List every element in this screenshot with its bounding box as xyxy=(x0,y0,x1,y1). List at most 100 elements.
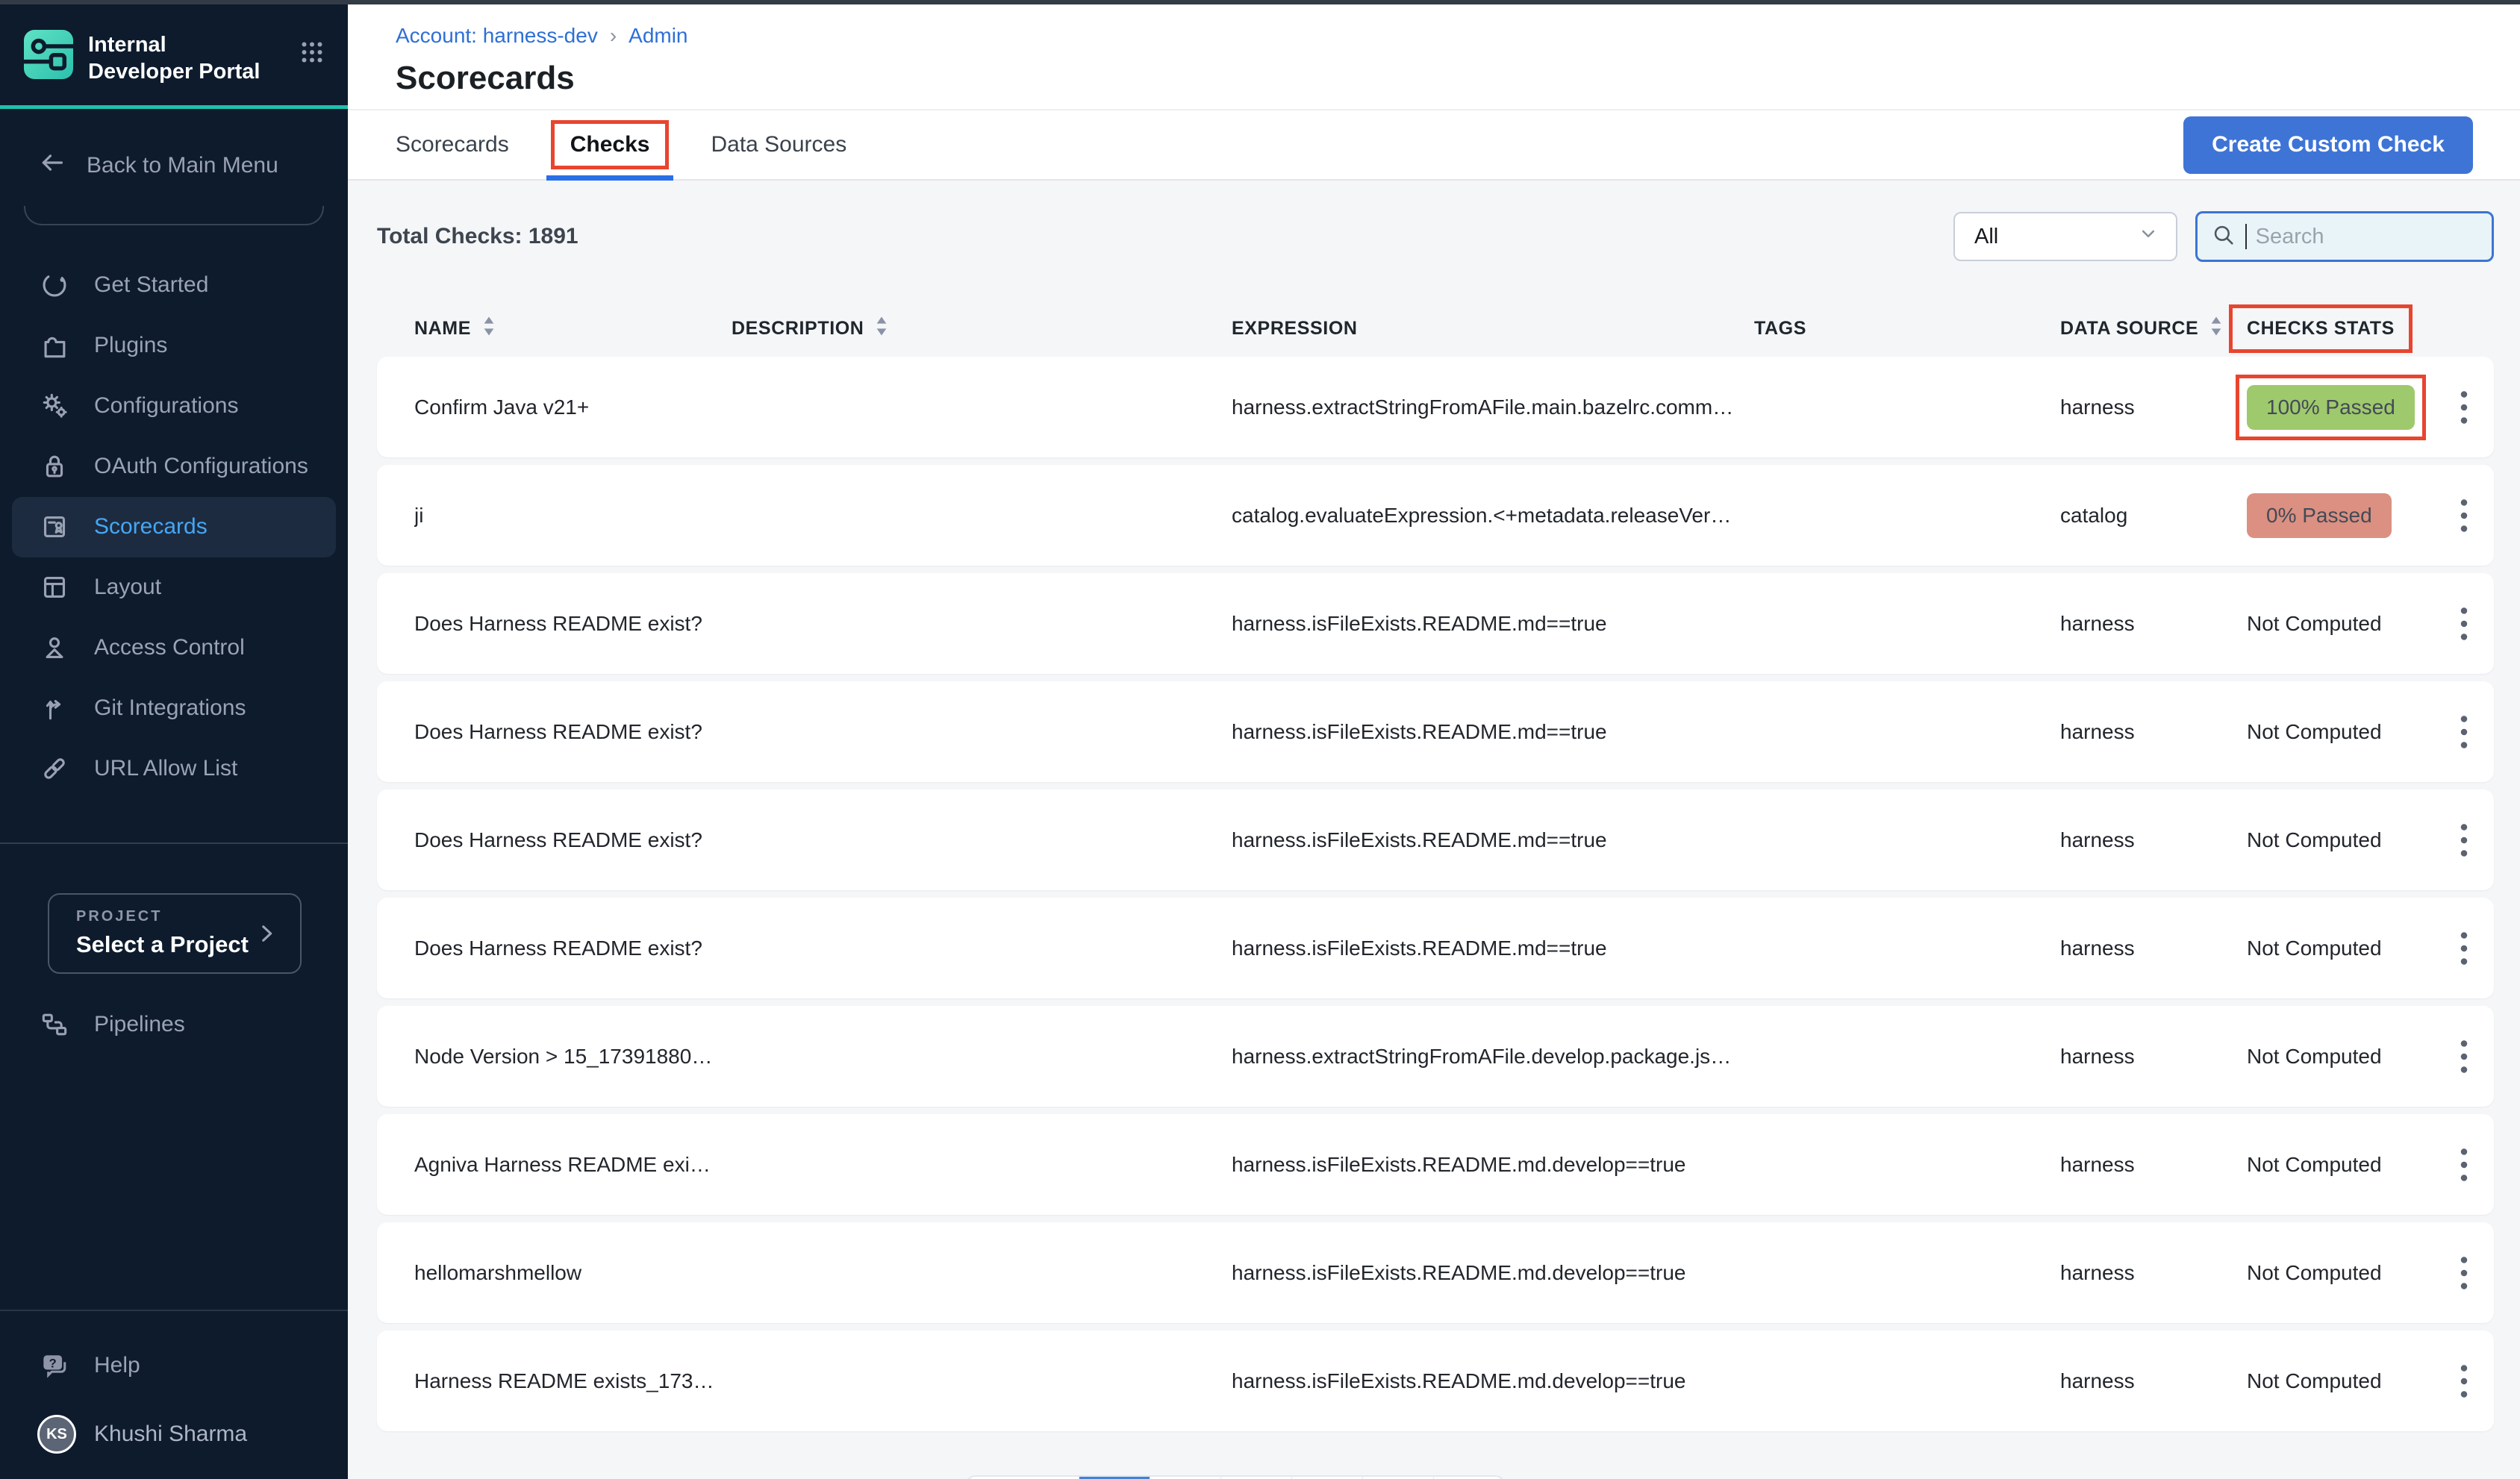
column-header-description[interactable]: DESCRIPTION xyxy=(732,315,1232,343)
project-selector[interactable]: PROJECT Select a Project xyxy=(48,893,302,974)
check-expression: harness.isFileExists.README.md==true xyxy=(1232,720,1754,744)
user-menu[interactable]: KS Khushi Sharma xyxy=(37,1415,348,1454)
sort-icon[interactable] xyxy=(874,315,889,343)
annotation-box: CHECKS STATS xyxy=(2229,304,2413,353)
sidebar-item-get-started[interactable]: Get Started xyxy=(12,255,336,316)
breadcrumb-admin-link[interactable]: Admin xyxy=(629,24,687,48)
table-row[interactable]: Does Harness README exist?harness.isFile… xyxy=(377,681,2494,782)
check-data-source: harness xyxy=(2060,937,2247,960)
sort-icon[interactable] xyxy=(2209,315,2224,343)
app-grid-icon[interactable] xyxy=(299,39,325,69)
stats-badge: 0% Passed xyxy=(2247,493,2392,538)
check-name: Does Harness README exist? xyxy=(414,612,732,636)
sidebar-item-scorecards[interactable]: Scorecards xyxy=(12,497,336,557)
configurations-icon xyxy=(37,390,72,422)
filter-dropdown[interactable]: All xyxy=(1953,212,2177,261)
column-header-expression: EXPRESSION xyxy=(1232,318,1754,340)
row-menu-kebab-icon[interactable] xyxy=(2434,1036,2494,1077)
row-menu-kebab-icon[interactable] xyxy=(2434,387,2494,428)
check-data-source: catalog xyxy=(2060,504,2247,528)
tab-bar: Scorecards Checks Data Sources Create Cust… xyxy=(348,109,2520,181)
row-menu-kebab-icon[interactable] xyxy=(2434,495,2494,536)
table-row[interactable]: Agniva Harness README exists...harness.i… xyxy=(377,1114,2494,1215)
table-row[interactable]: Harness README exists_173917...harness.i… xyxy=(377,1331,2494,1431)
check-stats-cell: 0% Passed xyxy=(2247,493,2434,538)
row-menu-kebab-icon[interactable] xyxy=(2434,712,2494,752)
column-header-label: NAME xyxy=(414,318,471,340)
breadcrumb: Account: harness-dev › Admin xyxy=(396,24,2520,48)
sidebar-accent-line xyxy=(0,105,348,109)
sidebar-item-configurations[interactable]: Configurations xyxy=(12,376,336,437)
row-menu-kebab-icon[interactable] xyxy=(2434,820,2494,860)
search-input[interactable] xyxy=(2256,225,2478,249)
annotation-box: 100% Passed xyxy=(2236,375,2426,440)
check-stats-cell: Not Computed xyxy=(2247,1045,2434,1069)
check-expression: harness.isFileExists.README.md.develop==… xyxy=(1232,1261,1754,1285)
sidebar-item-layout[interactable]: Layout xyxy=(12,557,336,618)
search-icon xyxy=(2211,222,2236,251)
sidebar-item-access-control[interactable]: Access Control xyxy=(12,618,336,678)
filter-dropdown-value: All xyxy=(1974,225,1998,249)
row-menu-kebab-icon[interactable] xyxy=(2434,604,2494,644)
table-row[interactable]: Node Version > 15_1739188021...harness.e… xyxy=(377,1006,2494,1107)
check-name: hellomarshmellow xyxy=(414,1261,732,1285)
tab-checks[interactable]: Checks xyxy=(551,110,670,179)
stats-text: Not Computed xyxy=(2247,1261,2382,1284)
page-title: Scorecards xyxy=(396,60,2520,97)
column-header-label: TAGS xyxy=(1754,318,1806,340)
arrow-left-icon xyxy=(37,148,67,184)
back-to-main-menu[interactable]: Back to Main Menu xyxy=(37,148,348,184)
sidebar-item-label: Plugins xyxy=(94,333,167,358)
table-row[interactable]: Does Harness README exist?harness.isFile… xyxy=(377,898,2494,998)
sidebar-item-git-integrations[interactable]: Git Integrations xyxy=(12,678,336,739)
stats-text: Not Computed xyxy=(2247,720,2382,743)
sidebar-divider xyxy=(0,842,348,844)
sidebar-item-help[interactable]: ? Help xyxy=(12,1335,336,1395)
sidebar-item-label: Configurations xyxy=(94,393,238,419)
check-expression: harness.extractStringFromAFile.develop.p… xyxy=(1232,1045,1754,1069)
sidebar-item-label: OAuth Configurations xyxy=(94,454,308,479)
content-area: Total Checks: 1891 All xyxy=(348,181,2520,1479)
sidebar-item-url-allow-list[interactable]: URL Allow List xyxy=(12,739,336,799)
sidebar-section-curve xyxy=(24,206,324,225)
column-header-name[interactable]: NAME xyxy=(414,315,732,343)
sidebar-item-oauth-configurations[interactable]: OAuth Configurations xyxy=(12,437,336,497)
table-row[interactable]: Does Harness README exist?harness.isFile… xyxy=(377,573,2494,674)
pipelines-icon xyxy=(37,1008,72,1041)
column-header-data-source[interactable]: DATA SOURCE xyxy=(2060,315,2247,343)
check-name: ji xyxy=(414,504,732,528)
stats-text: Not Computed xyxy=(2247,1045,2382,1068)
table-row[interactable]: Does Harness README exist?harness.isFile… xyxy=(377,789,2494,890)
column-header-label: DATA SOURCE xyxy=(2060,318,2198,340)
stats-text: Not Computed xyxy=(2247,1153,2382,1176)
column-header-label: CHECKS STATS xyxy=(2247,318,2395,340)
tabs-container: Scorecards Checks Data Sources xyxy=(396,110,888,179)
row-menu-kebab-icon[interactable] xyxy=(2434,1361,2494,1401)
annotation-box: Checks xyxy=(551,120,670,169)
row-menu-kebab-icon[interactable] xyxy=(2434,1145,2494,1185)
check-data-source: harness xyxy=(2060,828,2247,852)
table-row[interactable]: Confirm Java v21+harness.extractStringFr… xyxy=(377,357,2494,457)
check-name: Does Harness README exist? xyxy=(414,937,732,960)
table-row[interactable]: hellomarshmellow harness.isFileExists.REA… xyxy=(377,1222,2494,1323)
tab-data-sources[interactable]: Data Sources xyxy=(711,110,846,179)
sidebar-item-pipelines[interactable]: Pipelines xyxy=(12,995,336,1055)
tab-scorecards[interactable]: Scorecards xyxy=(396,110,509,179)
avatar: KS xyxy=(37,1415,76,1454)
check-stats-cell: Not Computed xyxy=(2247,828,2434,852)
create-custom-check-button[interactable]: Create Custom Check xyxy=(2183,116,2473,174)
layout-icon xyxy=(37,571,72,604)
scorecards-icon xyxy=(37,510,72,543)
row-menu-kebab-icon[interactable] xyxy=(2434,928,2494,969)
breadcrumb-account-link[interactable]: Account: harness-dev xyxy=(396,24,598,48)
table-row[interactable]: jicatalog.evaluateExpression.<+metadata.… xyxy=(377,465,2494,566)
check-expression: harness.isFileExists.README.md.develop==… xyxy=(1232,1153,1754,1177)
sidebar-item-plugins[interactable]: Plugins xyxy=(12,316,336,376)
toolbar-controls: All xyxy=(1953,211,2494,262)
sort-icon[interactable] xyxy=(481,315,496,343)
idp-logo-icon xyxy=(24,30,73,79)
check-stats-cell: Not Computed xyxy=(2247,1369,2434,1393)
breadcrumb-separator-icon: › xyxy=(610,24,617,48)
toolbar: Total Checks: 1891 All xyxy=(377,210,2494,263)
row-menu-kebab-icon[interactable] xyxy=(2434,1253,2494,1293)
